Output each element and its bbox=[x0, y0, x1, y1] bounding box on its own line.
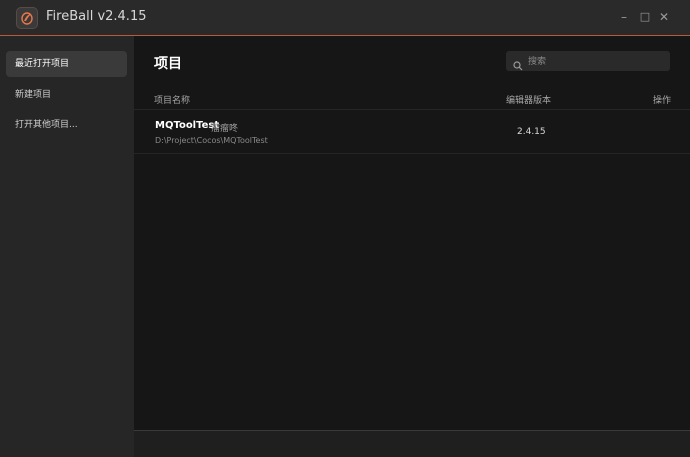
column-header-name: 项目名称 bbox=[154, 96, 191, 106]
sidebar-item-label: 最近打开项目 bbox=[15, 59, 70, 69]
table-row[interactable]: MQToolTest 瘤瘤咚 D:\Project\Cocos\MQToolTe… bbox=[134, 112, 690, 154]
sidebar-item-label: 打开其他项目... bbox=[15, 120, 78, 130]
sidebar-item-open-other[interactable]: 打开其他项目... bbox=[6, 112, 127, 138]
sidebar-item-label: 新建项目 bbox=[15, 90, 52, 100]
sidebar-item-new-project[interactable]: 新建项目 bbox=[6, 82, 127, 108]
main-panel: 项目 项目名称 编辑器版本 操作 MQToolTest 瘤瘤咚 D:\Proje… bbox=[134, 36, 690, 430]
page-title: 项目 bbox=[154, 56, 182, 72]
search-box[interactable] bbox=[506, 51, 670, 71]
project-owner: 瘤瘤咚 bbox=[211, 124, 239, 134]
project-path: D:\Project\Cocos\MQToolTest bbox=[155, 136, 268, 145]
sidebar-item-recent-projects[interactable]: 最近打开项目 bbox=[6, 51, 127, 77]
project-name[interactable]: MQToolTest bbox=[155, 120, 219, 131]
project-version: 2.4.15 bbox=[517, 127, 546, 137]
header-divider bbox=[134, 109, 690, 110]
sidebar: 最近打开项目 新建项目 打开其他项目... bbox=[0, 36, 134, 457]
fireball-logo-icon bbox=[16, 7, 38, 29]
search-icon bbox=[513, 56, 523, 75]
maximize-button[interactable]: □ bbox=[636, 8, 654, 26]
minimize-button[interactable]: – bbox=[615, 8, 633, 26]
app-title: FireBall v2.4.15 bbox=[46, 9, 147, 24]
column-header-actions: 操作 bbox=[653, 96, 672, 106]
title-bar: FireBall v2.4.15 – □ ✕ bbox=[0, 0, 690, 36]
close-button[interactable]: ✕ bbox=[655, 8, 673, 26]
search-input[interactable] bbox=[526, 53, 668, 71]
footer-bar bbox=[134, 430, 690, 457]
row-divider bbox=[134, 153, 690, 154]
column-header-version: 编辑器版本 bbox=[506, 96, 552, 106]
